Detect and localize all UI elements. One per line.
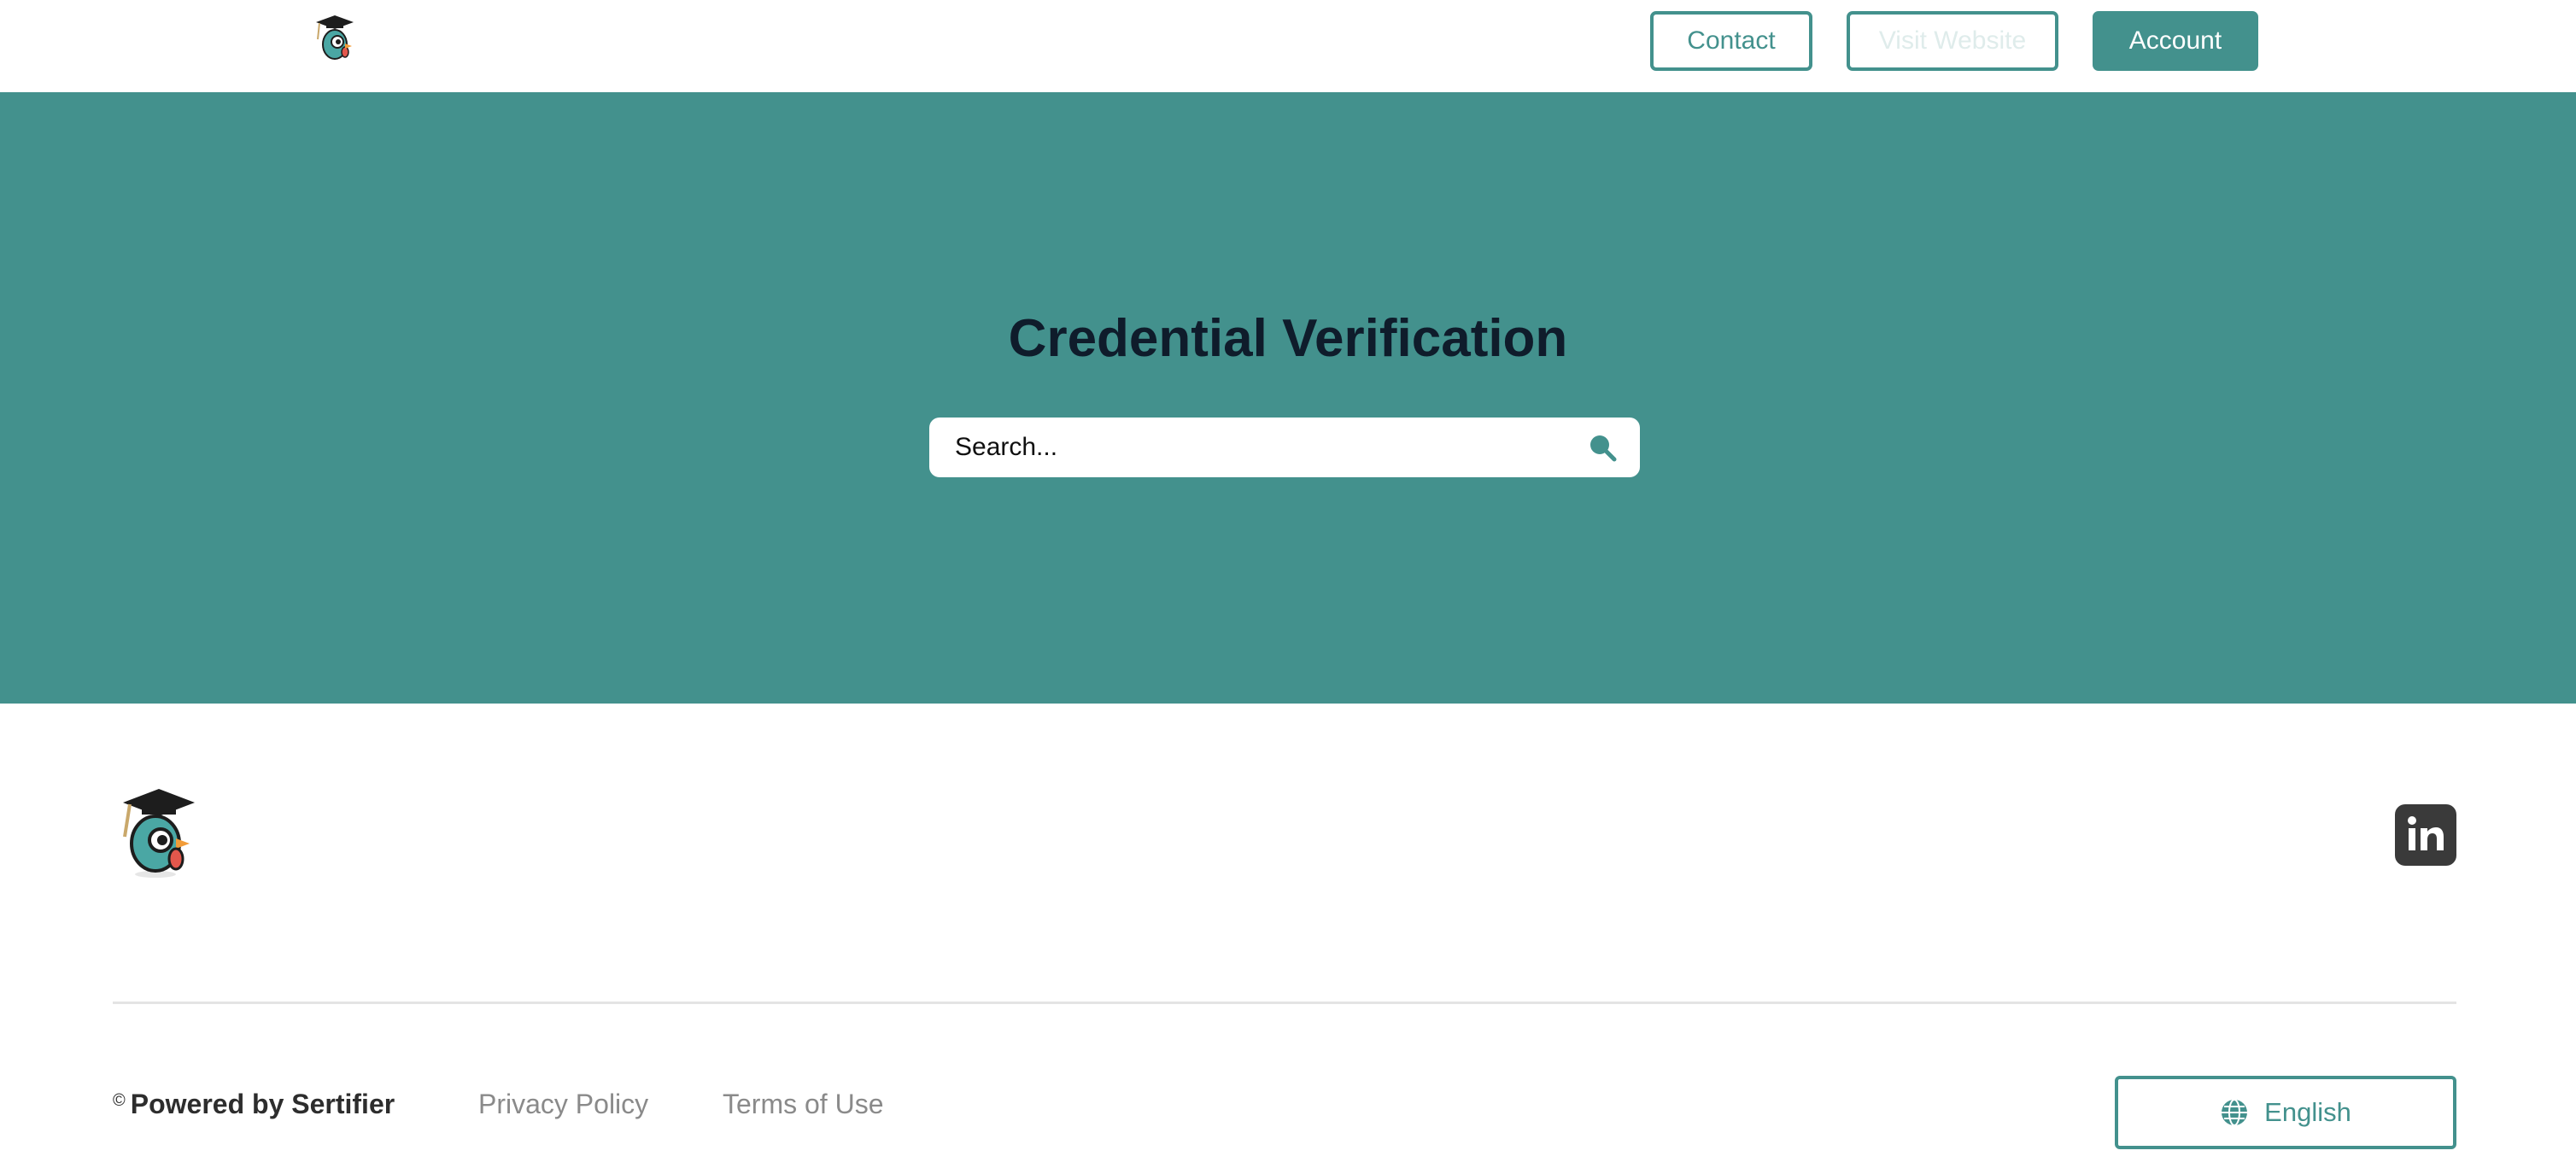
copyright-text: © Powered by Sertifier — [113, 1088, 395, 1120]
language-selector-button[interactable]: English — [2115, 1076, 2456, 1149]
contact-button[interactable]: Contact — [1650, 11, 1812, 71]
footer-divider — [113, 1002, 2456, 1004]
linkedin-icon[interactable] — [2395, 804, 2456, 866]
search-input[interactable] — [953, 418, 1551, 477]
language-label: English — [2264, 1097, 2351, 1127]
search-icon[interactable] — [1587, 432, 1618, 463]
copyright-symbol: © — [113, 1091, 126, 1110]
privacy-policy-link[interactable]: Privacy Policy — [478, 1088, 648, 1120]
visit-website-button[interactable]: Visit Website — [1847, 11, 2058, 71]
globe-icon — [2222, 1099, 2248, 1126]
top-navbar: Contact Visit Website Account — [0, 0, 2576, 92]
search-bar — [929, 418, 1640, 477]
account-button[interactable]: Account — [2093, 11, 2258, 71]
hero-banner: Credential Verification — [0, 92, 2576, 704]
terms-of-use-link[interactable]: Terms of Use — [723, 1088, 883, 1120]
powered-by-label[interactable]: Powered by Sertifier — [131, 1089, 395, 1119]
bird-logo-icon[interactable] — [313, 14, 357, 61]
page-title: Credential Verification — [1008, 309, 1568, 368]
bird-logo-icon — [123, 789, 195, 878]
